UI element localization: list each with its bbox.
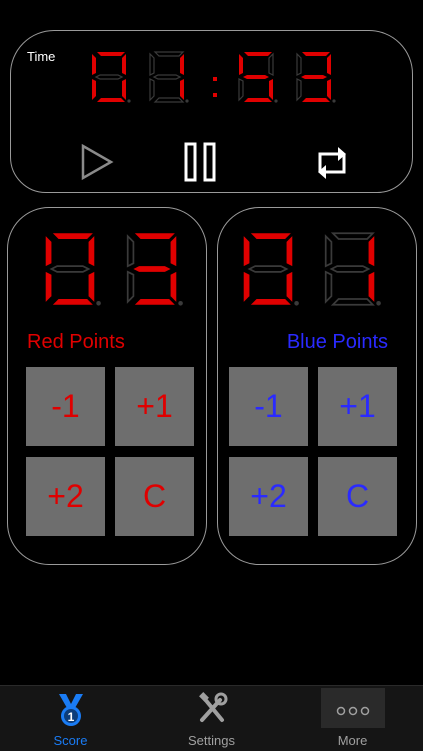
blue-score-digit-ones (324, 232, 381, 306)
segment-e (45, 271, 52, 302)
decimal-point (185, 99, 189, 103)
tab-settings[interactable]: Settings (141, 686, 282, 751)
segment-d (244, 98, 272, 102)
segment-g (243, 75, 269, 79)
blue-clear-button[interactable]: C (318, 457, 397, 536)
segment-f (45, 236, 52, 267)
blue-plus-two-button[interactable]: +2 (229, 457, 308, 536)
tools-icon (198, 692, 227, 722)
blue-plus-one-button[interactable]: +1 (318, 367, 397, 446)
red-score-digit-tens (45, 233, 101, 306)
segment-f (239, 54, 243, 75)
tab-bar: 1 Score Settings More (0, 685, 423, 751)
red-clear-button[interactable]: C (115, 457, 194, 536)
segment-c (269, 79, 273, 100)
segment-b (327, 54, 331, 75)
segment-c (122, 79, 126, 100)
segment-b (180, 54, 184, 75)
segment-f (243, 236, 250, 267)
segment-e (238, 78, 244, 102)
segment-f (296, 52, 302, 76)
segment-g (301, 75, 327, 79)
segment-g (133, 266, 171, 272)
segment-a (153, 51, 185, 57)
segment-d (302, 98, 330, 102)
medal-icon: 1 (58, 694, 83, 726)
segment-d (97, 98, 125, 102)
decimal-point (178, 301, 183, 306)
segment-d (153, 97, 185, 103)
play-icon[interactable] (80, 143, 114, 181)
decimal-point (96, 301, 101, 306)
segment-a (330, 232, 375, 240)
tab-score[interactable]: 1 Score (0, 686, 141, 751)
segment-e (243, 271, 250, 302)
segment-d (52, 299, 93, 305)
timer-digit-minutes-ones (149, 51, 189, 103)
segment-f (149, 52, 155, 76)
segment-g (94, 74, 124, 80)
segment-c (180, 79, 184, 100)
segment-b (122, 54, 126, 75)
timer-colon (213, 77, 219, 101)
time-label: Time (27, 49, 56, 64)
segment-d (250, 299, 291, 305)
segment-e (92, 79, 96, 100)
segment-a (134, 233, 175, 239)
reset-icon[interactable] (312, 142, 352, 184)
segment-b (368, 236, 375, 267)
segment-f (126, 234, 135, 268)
segment-c (170, 271, 177, 302)
segment-a (302, 52, 330, 56)
segment-d (330, 298, 375, 306)
segment-f (92, 54, 96, 75)
segment-c (327, 79, 331, 100)
segment-g (329, 265, 371, 273)
segment-g (49, 265, 91, 273)
segment-c (286, 271, 293, 302)
red-plus-two-button[interactable]: +2 (26, 457, 105, 536)
tab-settings-label: Settings (188, 733, 235, 748)
blue-score-digit-tens (243, 233, 299, 306)
segment-f (324, 234, 333, 268)
segment-b (268, 52, 274, 76)
segment-e (324, 270, 333, 304)
segment-b (88, 236, 95, 267)
segment-g (152, 74, 182, 80)
segment-c (368, 271, 375, 302)
red-plus-one-button[interactable]: +1 (115, 367, 194, 446)
segment-b (170, 236, 177, 267)
red-minus-one-button[interactable]: -1 (26, 367, 105, 446)
tab-score-label: Score (53, 733, 88, 748)
segment-e (126, 270, 135, 304)
segment-e (296, 78, 302, 102)
segment-d (134, 299, 175, 305)
blue-minus-one-button[interactable]: -1 (229, 367, 308, 446)
decimal-point (332, 99, 336, 103)
segment-a (244, 52, 272, 56)
segment-a (97, 52, 125, 56)
segment-g (247, 265, 289, 273)
segment-b (286, 236, 293, 267)
decimal-point (127, 99, 131, 103)
timer-digit-seconds-ones (296, 52, 336, 103)
timer-digit-seconds-tens (238, 52, 278, 103)
timer-digit-minutes-tens (92, 52, 131, 103)
blue-points-label: Blue Points (286, 331, 388, 353)
red-score-digit-ones (126, 233, 183, 306)
svg-text:1: 1 (67, 710, 74, 724)
tab-more[interactable]: More (282, 686, 423, 751)
pause-icon[interactable] (184, 142, 216, 182)
decimal-point (294, 301, 299, 306)
segment-c (88, 271, 95, 302)
ellipsis-icon (320, 688, 385, 728)
red-points-label: Red Points (27, 331, 125, 353)
segment-e (149, 78, 155, 102)
segment-a (52, 233, 93, 239)
segment-a (250, 233, 291, 239)
decimal-point (274, 99, 278, 103)
decimal-point (376, 301, 381, 306)
tab-more-label: More (337, 733, 368, 748)
